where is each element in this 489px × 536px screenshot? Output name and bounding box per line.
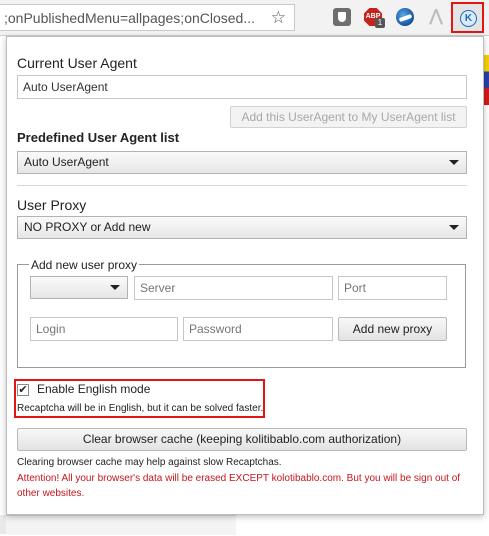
add-proxy-legend: Add new user proxy bbox=[29, 258, 140, 272]
proxy-password-input[interactable] bbox=[183, 317, 333, 341]
add-useragent-button[interactable]: Add this UserAgent to My UserAgent list bbox=[230, 106, 467, 128]
abp-badge: 1 bbox=[375, 18, 385, 28]
english-mode-checkbox[interactable]: ✔ bbox=[17, 384, 29, 396]
user-proxy-value: NO PROXY or Add new bbox=[24, 220, 151, 234]
shield-extension-icon[interactable] bbox=[333, 8, 351, 26]
url-text[interactable]: ;onPublishedMenu=allpages;onClosed... bbox=[4, 10, 259, 26]
page-flag-graphic bbox=[484, 55, 489, 105]
clear-cache-button[interactable]: Clear browser cache (keeping kolitibablo… bbox=[17, 428, 467, 451]
proxy-port-input[interactable] bbox=[338, 276, 447, 300]
predefined-ua-select[interactable]: Auto UserAgent bbox=[17, 151, 467, 174]
adblock-plus-icon[interactable]: ABP 1 bbox=[364, 8, 385, 28]
globe-extension-icon[interactable] bbox=[396, 8, 414, 26]
english-mode-label[interactable]: Enable English mode bbox=[37, 382, 150, 396]
predefined-ua-value: Auto UserAgent bbox=[24, 155, 109, 169]
proxy-server-input[interactable] bbox=[134, 276, 333, 300]
chevron-down-icon bbox=[449, 160, 459, 165]
page-background bbox=[484, 36, 489, 536]
predefined-ua-heading: Predefined User Agent list bbox=[17, 130, 180, 145]
proxy-login-input[interactable] bbox=[30, 317, 178, 341]
proxy-type-select[interactable] bbox=[30, 276, 128, 299]
user-proxy-heading: User Proxy bbox=[17, 197, 87, 213]
english-mode-note: Recaptcha will be in English, but it can… bbox=[17, 403, 264, 414]
extension-popup: Current User Agent Auto UserAgent Add th… bbox=[6, 36, 484, 515]
kolotibablo-extension-icon: K bbox=[460, 10, 477, 27]
pdf-extension-icon[interactable]: ⋀ bbox=[427, 8, 445, 26]
page-footer-strip bbox=[6, 515, 236, 535]
kolotibablo-extension-button[interactable]: K bbox=[451, 2, 484, 33]
clear-cache-warning: Attention! All your browser's data will … bbox=[17, 473, 461, 499]
chevron-down-icon bbox=[110, 285, 120, 290]
star-icon[interactable]: ☆ bbox=[271, 8, 286, 28]
add-proxy-button[interactable]: Add new proxy bbox=[338, 317, 447, 341]
browser-toolbar: ;onPublishedMenu=allpages;onClosed... ☆ … bbox=[0, 0, 489, 36]
clear-cache-note: Clearing browser cache may help against … bbox=[17, 457, 282, 468]
divider bbox=[17, 185, 467, 186]
address-bar[interactable]: ;onPublishedMenu=allpages;onClosed... ☆ bbox=[0, 4, 295, 31]
current-ua-field[interactable]: Auto UserAgent bbox=[17, 75, 467, 99]
current-ua-heading: Current User Agent bbox=[17, 55, 137, 71]
chevron-down-icon bbox=[449, 225, 459, 230]
user-proxy-select[interactable]: NO PROXY or Add new bbox=[17, 216, 467, 239]
